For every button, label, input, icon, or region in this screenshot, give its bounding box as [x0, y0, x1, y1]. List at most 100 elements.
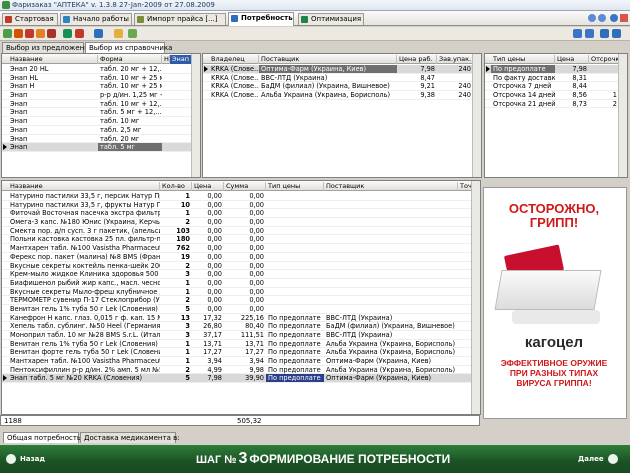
tab-demand[interactable]: Потребность [228, 12, 294, 26]
total-sum: 505,32 [237, 417, 262, 425]
cell-qty: 103 [176, 226, 190, 235]
cell-name: Энап [10, 91, 28, 100]
col-supplier[interactable]: Поставщик [259, 55, 397, 64]
order-row[interactable]: Биафишенол рыбий жир капс., масл. чеснок… [2, 279, 480, 288]
price-type-row[interactable]: Отсрочка 14 дней 8,56 1 [485, 91, 627, 100]
filter-icon[interactable] [63, 29, 72, 38]
price-type-row[interactable]: Отсрочка 21 дней 8,73 2 [485, 100, 627, 109]
up-icon[interactable] [573, 29, 582, 38]
nav-right-icon[interactable] [598, 14, 606, 22]
order-row[interactable]: Канефрон H капс. глаз. 0,015 г ф. кап. 1… [2, 314, 480, 323]
order-row[interactable]: Венитан гель 1% туба 50 г Lek (Словения)… [2, 305, 480, 314]
col-unit-price[interactable]: Цена [192, 182, 224, 191]
col-supplier[interactable]: Поставщик [324, 182, 458, 191]
order-row[interactable]: Пентоксифиллин р-р д/ин. 2% амп. 5 мл №5… [2, 366, 480, 375]
tab-import-price[interactable]: Импорт прайса [...] [134, 13, 226, 25]
order-row[interactable]: Натурино пастилки 33,5 г, персик Натур П… [2, 192, 480, 201]
order-row[interactable]: Вкусные секреты коктейль пенка-шейк 200 … [2, 262, 480, 271]
price-type-row[interactable]: Отсрочка 7 дней 8,44 [485, 82, 627, 92]
cell-name: Энап Н [10, 82, 35, 91]
cut-icon[interactable] [47, 29, 56, 38]
order-row[interactable]: Энап табл. 5 мг №20 KRKA (Словения) 5 7,98… [2, 374, 480, 384]
supplier-row[interactable]: KRKA (Слове... Оптима-Фарм (Украина, Киев… [203, 65, 481, 74]
col-name[interactable]: Название [8, 55, 98, 64]
remove-icon[interactable] [14, 29, 23, 38]
tab-start[interactable]: Стартовая [2, 13, 58, 25]
order-scrollbar[interactable] [471, 181, 480, 414]
product-row[interactable]: Энап HL табл. 10 мг + 25 мг [2, 74, 200, 83]
order-row[interactable]: Фиточай Восточная пасечка экстра фильтр-… [2, 209, 480, 219]
col-owner[interactable]: Владелец [209, 55, 259, 64]
close-icon[interactable] [620, 14, 628, 22]
cell-qty: 5 [185, 374, 190, 383]
suppliers-scrollbar[interactable] [472, 54, 481, 177]
cell-form: р-р д/ин. 1,25 мг +... [100, 91, 162, 100]
order-row[interactable]: Польни кастовка кастовка 25 пл. фильтр-п… [2, 235, 480, 245]
product-row[interactable]: Энап табл. 20 мг [2, 135, 200, 144]
cell-unit-price: 7,98 [207, 374, 222, 383]
order-row[interactable]: Вкусные секреты Мыло-фреш клубничное д..… [2, 288, 480, 297]
tab-getting-started[interactable]: Начало работы [60, 13, 132, 25]
cell-supplier [324, 244, 458, 252]
order-row[interactable]: Хепель табл. сублинг. №50 Heel (Германия… [2, 322, 480, 331]
price-type-row[interactable]: По предоплате 7,98 [485, 65, 627, 74]
filter-clear-icon[interactable] [75, 29, 84, 38]
order-row[interactable]: Ферекс пор. пакет (малина) №8 BMS (Франц… [2, 253, 480, 262]
tab-optimization[interactable]: Оптимизация [298, 13, 364, 25]
supplier-row[interactable]: KRKA (Слове... ВВС-ЛТД (Украина) 8,47 [203, 74, 481, 83]
order-row[interactable]: Моноприл табл. 10 мг №28 BMS S.r.L. (Ита… [2, 331, 480, 340]
supplier-row[interactable]: KRKA (Слове... Альба Украина (Украина, Бо… [203, 91, 481, 100]
col-price-type[interactable]: Тип цены [266, 182, 324, 191]
tab-delivery[interactable]: Доставка медикамента в: [80, 432, 180, 443]
add-icon[interactable] [3, 29, 12, 38]
col-price-type[interactable]: Тип цены [491, 55, 555, 64]
folder-icon[interactable] [114, 29, 123, 38]
product-row[interactable]: Энап табл. 2,5 мг [2, 126, 200, 135]
advertisement-banner[interactable]: ОСТОРОЖНО, ГРИПП! кагоцел ЭФФЕКТИВНОЕ ОР… [483, 187, 627, 419]
col-price-value[interactable]: Цена [555, 55, 589, 64]
col-form[interactable]: Форма [98, 55, 162, 64]
order-row[interactable]: Мантхарен табл. №100 Vasistha Pharmaceut… [2, 357, 480, 366]
total-qty: 1188 [4, 417, 22, 425]
col-deferral[interactable]: Отсрочк [589, 55, 619, 64]
product-row[interactable]: Энап табл. 10 мг [2, 117, 200, 126]
col-qty[interactable]: Кол-во [160, 182, 192, 191]
wizard-footer: Назад ШАГ № 3 ФОРМИРОВАНИЕ ПОТРЕБНОСТИ Д… [0, 445, 630, 473]
product-row[interactable]: Энап р-р д/ин. 1,25 мг +... [2, 91, 200, 100]
product-row[interactable]: Энап Н табл. 10 мг + 25 мг [2, 82, 200, 92]
subtab-reference[interactable]: Выбор из справочника [85, 42, 172, 53]
order-row[interactable]: ТЕРМОМЕТР сувенир П-17 Стеклоприбор (Укр… [2, 296, 480, 305]
nav-left-icon[interactable] [588, 14, 596, 22]
products-scrollbar[interactable] [191, 54, 200, 177]
forward-nav-icon[interactable] [612, 29, 621, 38]
order-row[interactable]: Мантхарен табл. №100 Vasistha Pharmaceut… [2, 244, 480, 253]
product-row[interactable]: Энап 20 HL табл. 20 мг + 12,... [2, 65, 200, 74]
order-row[interactable]: Омега-3 капс. №180 Юнис (Украина, Керчь)… [2, 218, 480, 227]
subtab-offers[interactable]: Выбор из предложений [2, 42, 93, 53]
order-row[interactable]: Венитан гель 1% туба 50 г Lek (Словения)… [2, 340, 480, 349]
play-icon[interactable] [128, 29, 137, 38]
delete-icon[interactable] [25, 29, 34, 38]
col-enap[interactable]: Энап [170, 55, 192, 64]
back-nav-icon[interactable] [600, 29, 609, 38]
col-item-name[interactable]: Название [8, 182, 160, 191]
order-row[interactable]: Натурино пастилки 33,5 г, фрукты Натур П… [2, 201, 480, 210]
down-icon[interactable] [585, 29, 594, 38]
clear-icon[interactable] [36, 29, 45, 38]
col-price[interactable]: Цена раб. [397, 55, 437, 64]
order-row[interactable]: Смекта пор. д/п сусп. 3 г пакетик, (апел… [2, 227, 480, 236]
order-row[interactable]: Венитан форте гель туба 50 г Lek (Словен… [2, 348, 480, 358]
product-row[interactable]: Энап табл. 10 мг + 12,... [2, 100, 200, 109]
tab-total-demand[interactable]: Общая потребность [3, 432, 81, 443]
help-icon[interactable] [610, 14, 618, 22]
product-row[interactable]: Энап табл. 5 мг + 12,... [2, 108, 200, 118]
col-n[interactable]: Н [162, 55, 170, 64]
product-row[interactable]: Энап табл. 5 мг [2, 143, 200, 152]
price-type-row[interactable]: По факту доставки 8,31 [485, 74, 627, 83]
supplier-row[interactable]: KRKA (Слове... БаДМ (филиал) (Украина, Ви… [203, 82, 481, 92]
col-sum[interactable]: Сумма [224, 182, 266, 191]
order-row[interactable]: Крем-мыло жидкое Клиника здоровья 500 мл… [2, 270, 480, 279]
price-types-scrollbar[interactable] [618, 54, 627, 177]
refresh-icon[interactable] [94, 29, 103, 38]
col-pack[interactable]: Зав.упак. [437, 55, 473, 64]
